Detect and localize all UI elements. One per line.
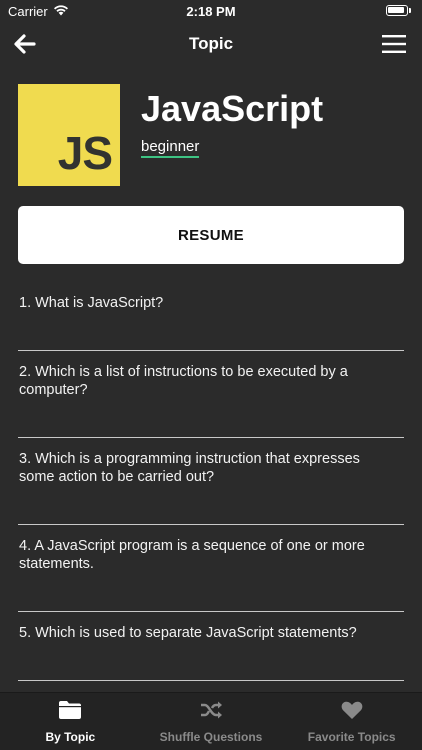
folder-icon (59, 701, 82, 719)
tab-by-topic[interactable]: By Topic (0, 693, 141, 750)
tab-shuffle-questions[interactable]: Shuffle Questions (141, 693, 282, 750)
tab-bar: By Topic Shuffle Questions Favorite Topi… (0, 692, 422, 750)
shuffle-icon (201, 701, 222, 719)
topic-level-badge: beginner (141, 138, 200, 158)
hamburger-menu-icon[interactable] (382, 34, 406, 54)
topic-name: JavaScript (141, 88, 324, 129)
question-item[interactable]: 4. A JavaScript program is a sequence of… (18, 525, 404, 612)
question-item[interactable]: 2. Which is a list of instructions to be… (18, 351, 404, 438)
heart-icon (341, 701, 363, 719)
topic-screen: Carrier 2:18 PM Topic JS JavaScript begi… (0, 0, 422, 750)
tab-label: Favorite Topics (307, 730, 396, 744)
status-bar: Carrier 2:18 PM (0, 0, 422, 22)
nav-bar: Topic (0, 22, 422, 66)
question-item[interactable]: 1. What is JavaScript? (18, 282, 404, 351)
battery-tip (409, 8, 411, 13)
javascript-logo: JS (18, 84, 120, 186)
tab-label: Shuffle Questions (159, 730, 263, 744)
question-item[interactable]: 3. Which is a programming instruction th… (18, 438, 404, 525)
logo-text: JS (57, 127, 113, 179)
question-item[interactable]: 5. Which is used to separate JavaScript … (18, 612, 404, 681)
status-time: 2:18 PM (186, 4, 236, 19)
tab-label: By Topic (45, 730, 96, 744)
tab-favorite-topics[interactable]: Favorite Topics (281, 693, 422, 750)
question-list: 1. What is JavaScript? 2. Which is a lis… (18, 282, 404, 692)
topic-header: JS JavaScript beginner (18, 84, 404, 186)
page-title: Topic (188, 34, 234, 53)
resume-button[interactable]: RESUME (18, 206, 404, 264)
battery-icon (386, 5, 408, 16)
